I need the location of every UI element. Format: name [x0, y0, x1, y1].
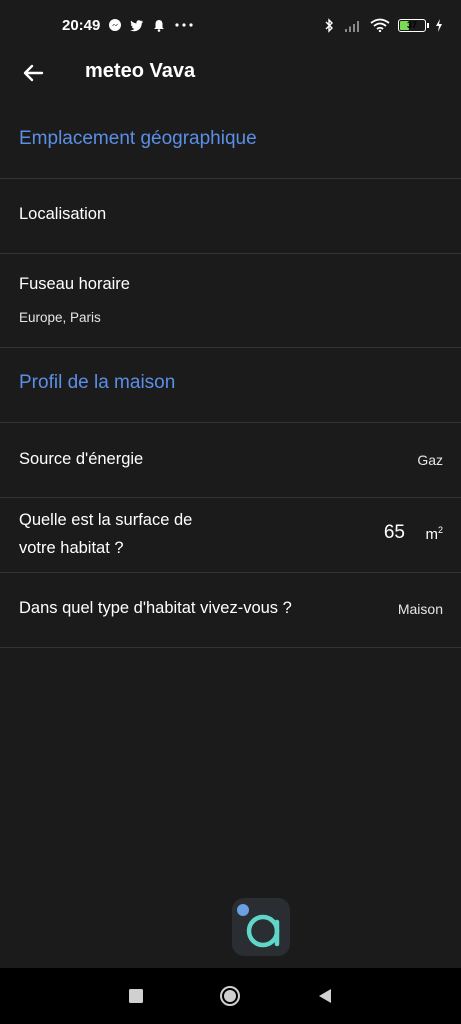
system-nav-bar — [0, 968, 461, 1024]
status-time: 20:49 — [62, 16, 101, 34]
back-triangle-icon[interactable] — [313, 984, 337, 1008]
wifi-icon — [370, 18, 390, 32]
twitter-icon — [130, 18, 144, 32]
status-left: 20:49 — [62, 17, 194, 34]
energy-source-row[interactable]: Source d'énergie Gaz — [0, 423, 461, 498]
back-button[interactable] — [18, 58, 48, 88]
more-icon — [174, 18, 194, 32]
battery-icon: 37 — [398, 18, 429, 32]
recents-square-icon[interactable] — [124, 984, 148, 1008]
app-logo — [232, 898, 290, 956]
localisation-row[interactable]: Localisation — [0, 179, 461, 254]
battery-tip — [427, 22, 429, 28]
charging-icon — [434, 18, 443, 32]
surface-unit-base: m — [425, 526, 438, 543]
housing-type-row[interactable]: Dans quel type d'habitat vivez-vous ? Ma… — [0, 573, 461, 648]
energy-source-label: Source d'énergie — [19, 450, 144, 468]
energy-source-value: Gaz — [417, 452, 443, 468]
surface-unit-exponent: 2 — [437, 525, 443, 535]
battery-level: 37 — [406, 20, 417, 30]
status-right: 37 — [322, 17, 443, 33]
timezone-label: Fuseau horaire — [19, 275, 130, 293]
section-title-location: Emplacement géographique — [19, 128, 257, 149]
surface-label-line1: Quelle est la surface de — [19, 511, 193, 529]
arrow-left-icon — [23, 64, 44, 82]
app-header: meteo Vava — [0, 50, 461, 94]
bell-icon — [152, 18, 166, 32]
bluetooth-icon — [322, 17, 336, 33]
localisation-label: Localisation — [19, 205, 107, 223]
surface-row[interactable]: Quelle est la surface de votre habitat ?… — [0, 498, 461, 573]
housing-type-value: Maison — [397, 601, 443, 617]
timezone-value: Europe, Paris — [19, 310, 101, 325]
status-bar: 20:49 37 — [0, 0, 461, 50]
timezone-row[interactable]: Fuseau horaire Europe, Paris — [0, 254, 461, 348]
surface-label-line2: votre habitat ? — [19, 539, 124, 557]
surface-input[interactable]: 65 — [384, 522, 405, 544]
logo-a-icon — [237, 904, 280, 948]
home-circle-icon[interactable] — [218, 984, 242, 1008]
surface-unit: m2 — [425, 525, 443, 543]
signal-icon — [344, 18, 362, 32]
page-title: meteo Vava — [85, 60, 196, 82]
messenger-icon — [108, 18, 122, 32]
section-title-home-profile: Profil de la maison — [19, 372, 176, 393]
housing-type-label: Dans quel type d'habitat vivez-vous ? — [19, 599, 292, 617]
